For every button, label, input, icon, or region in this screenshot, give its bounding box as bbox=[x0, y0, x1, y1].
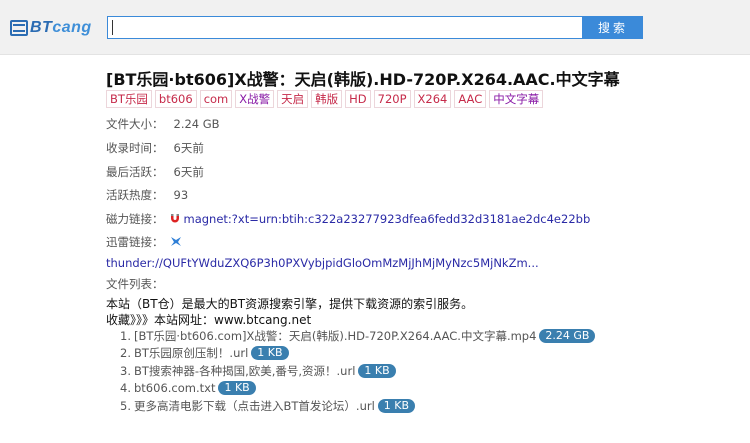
file-list-label: 文件列表： bbox=[106, 277, 164, 291]
file-size-value: 2.24 GB bbox=[173, 117, 220, 131]
file-size-label: 文件大小： bbox=[106, 117, 164, 131]
list-item: 3. BT搜索神器-各种揭国,欧美,番号,资源！.url 1 KB bbox=[120, 362, 595, 380]
file-number: 4. bbox=[120, 381, 131, 396]
search-input[interactable] bbox=[107, 16, 583, 39]
magnet-row: 磁力链接： magnet:?xt=urn:btih:c322a23277923df… bbox=[106, 211, 590, 227]
search-button[interactable]: 搜索 bbox=[583, 16, 643, 39]
file-size-row: 文件大小： 2.24 GB bbox=[106, 116, 220, 132]
thunder-icon bbox=[170, 236, 182, 247]
tag[interactable]: 中文字幕 bbox=[489, 90, 544, 108]
indexed-label: 收录时间： bbox=[106, 141, 164, 155]
indexed-value: 6天前 bbox=[173, 141, 204, 155]
tag[interactable]: com bbox=[199, 90, 233, 108]
site-description: 本站（BT仓）是最大的BT资源搜索引擎，提供下载资源的索引服务。 收藏》》》本站… bbox=[106, 296, 473, 328]
list-item: 5. 更多高清电影下载（点击进入BT首发论坛）.url 1 KB bbox=[120, 397, 595, 415]
file-size-badge: 1 KB bbox=[218, 381, 256, 396]
heat-value: 93 bbox=[173, 188, 189, 202]
file-name: BT搜索神器-各种揭国,欧美,番号,资源！.url bbox=[134, 363, 356, 378]
file-number: 1. bbox=[120, 328, 131, 343]
description-line: 收藏》》》本站网址：www.btcang.net bbox=[106, 313, 312, 327]
text-caret bbox=[112, 20, 113, 35]
tag[interactable]: 韩版 bbox=[311, 90, 343, 108]
list-item: 1. [BT乐园·bt606.com]X战警：天启(韩版).HD-720P.X2… bbox=[120, 327, 596, 345]
top-bar: BTcang 搜索 bbox=[0, 0, 750, 55]
file-name: [BT乐园·bt606.com]X战警：天启(韩版).HD-720P.X264.… bbox=[134, 328, 537, 343]
file-size-badge: 2.24 GB bbox=[539, 328, 596, 343]
heat-label: 活跃热度： bbox=[106, 188, 164, 202]
file-size-badge: 1 KB bbox=[251, 346, 289, 361]
indexed-row: 收录时间： 6天前 bbox=[106, 140, 204, 156]
file-name: BT乐园原创压制！.url bbox=[134, 346, 249, 361]
file-number: 2. bbox=[120, 346, 131, 361]
last-active-value: 6天前 bbox=[173, 165, 204, 179]
site-logo[interactable]: BTcang bbox=[10, 18, 92, 38]
tag[interactable]: 天启 bbox=[277, 90, 309, 108]
file-name: bt606.com.txt bbox=[134, 381, 216, 396]
tag[interactable]: bt606 bbox=[154, 90, 197, 108]
tag[interactable]: X战警 bbox=[235, 90, 275, 108]
tag[interactable]: 720P bbox=[373, 90, 411, 108]
film-icon bbox=[10, 20, 28, 36]
file-name: 更多高清电影下载（点击进入BT首发论坛）.url bbox=[134, 398, 375, 413]
file-number: 5. bbox=[120, 398, 131, 413]
thunder-link[interactable]: thunder://QUFtYWduZXQ6P3h0PXVybjpidGloOm… bbox=[106, 256, 539, 270]
tag[interactable]: HD bbox=[345, 90, 371, 108]
magnet-icon bbox=[170, 213, 180, 224]
thunder-label: 迅雷链接： bbox=[106, 235, 164, 249]
list-item: 4. bt606.com.txt 1 KB bbox=[120, 380, 595, 398]
file-number: 3. bbox=[120, 363, 131, 378]
tag[interactable]: X264 bbox=[413, 90, 452, 108]
heat-row: 活跃热度： 93 bbox=[106, 187, 188, 203]
logo-text: BTcang bbox=[30, 19, 92, 36]
tag[interactable]: BT乐园 bbox=[106, 90, 152, 108]
last-active-row: 最后活跃： 6天前 bbox=[106, 164, 204, 180]
thunder-row: 迅雷链接： bbox=[106, 234, 182, 250]
file-list: 1. [BT乐园·bt606.com]X战警：天启(韩版).HD-720P.X2… bbox=[120, 327, 596, 415]
list-item: 2. BT乐园原创压制！.url 1 KB bbox=[120, 345, 595, 363]
last-active-label: 最后活跃： bbox=[106, 165, 164, 179]
magnet-link[interactable]: magnet:?xt=urn:btih:c322a23277923dfea6fe… bbox=[184, 212, 591, 226]
tag[interactable]: AAC bbox=[454, 90, 487, 108]
magnet-label: 磁力链接： bbox=[106, 212, 164, 226]
file-size-badge: 1 KB bbox=[358, 363, 396, 378]
page-title: [BT乐园·bt606]X战警：天启(韩版).HD-720P.X264.AAC.… bbox=[106, 70, 620, 89]
tag-list: BT乐园 bt606 com X战警 天启 韩版 HD 720P X264 AA… bbox=[106, 90, 544, 108]
description-line: 本站（BT仓）是最大的BT资源搜索引擎，提供下载资源的索引服务。 bbox=[106, 297, 474, 311]
file-size-badge: 1 KB bbox=[377, 398, 416, 413]
